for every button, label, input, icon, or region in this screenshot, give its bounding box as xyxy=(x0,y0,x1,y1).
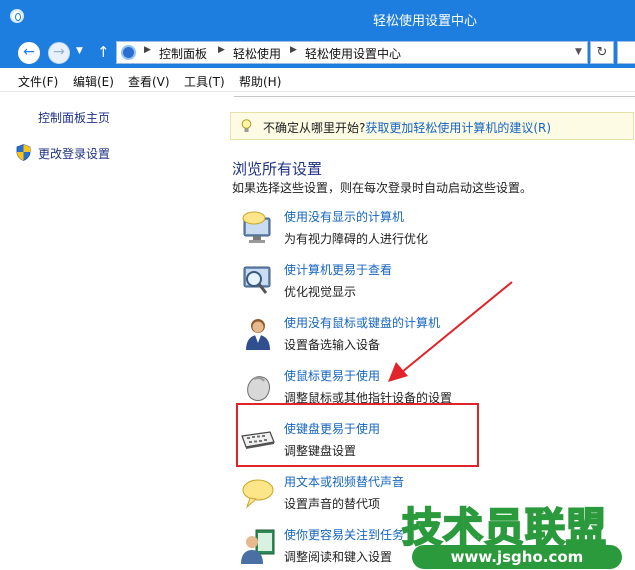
get-recommendations-link[interactable]: 获取更加轻松使用计算机的建议(R) xyxy=(365,121,551,135)
divider xyxy=(234,96,635,100)
watermark-url: www.jsgho.com xyxy=(450,548,584,566)
breadcrumb-ease-of-access[interactable]: 轻松使用 xyxy=(233,45,281,62)
mouse-icon xyxy=(247,376,270,401)
shield-icon xyxy=(16,144,31,161)
forward-button[interactable]: → xyxy=(48,42,70,64)
highlight-box xyxy=(236,403,479,467)
sidebar: 控制面板主页 更改登录设置 xyxy=(0,92,218,570)
section-title: 浏览所有设置 xyxy=(232,160,323,178)
up-arrow-icon[interactable]: ↑ xyxy=(97,43,110,61)
option-label[interactable]: 使你更容易关注到任务 xyxy=(284,526,404,543)
breadcrumb-ease-of-access-center[interactable]: 轻松使用设置中心 xyxy=(305,45,401,62)
tip-banner: 不确定从哪里开始?获取更加轻松使用计算机的建议(R) xyxy=(230,112,634,140)
section-description: 如果选择这些设置，则在每次登录时自动启动这些设置。 xyxy=(232,181,533,195)
control-panel-icon xyxy=(121,45,136,60)
refresh-button[interactable]: ↻ xyxy=(590,41,614,64)
menu-edit[interactable]: 编辑(E) xyxy=(73,73,114,90)
option-label[interactable]: 使计算机更易于查看 xyxy=(284,261,392,278)
option-label[interactable]: 使用没有显示的计算机 xyxy=(284,208,404,225)
magnifier-monitor-icon xyxy=(243,266,271,294)
speech-bubble-icon xyxy=(242,479,274,509)
breadcrumb-control-panel[interactable]: 控制面板 xyxy=(159,45,207,62)
sidebar-item-control-panel-home[interactable]: 控制面板主页 xyxy=(38,109,110,126)
breadcrumb-separator-icon[interactable]: ▶ xyxy=(290,45,297,55)
recent-locations-chevron-icon[interactable]: ▼ xyxy=(76,46,83,56)
person-window-icon xyxy=(241,529,275,564)
lightbulb-icon xyxy=(241,119,252,132)
menu-tools[interactable]: 工具(T) xyxy=(184,73,225,90)
tip-prefix: 不确定从哪里开始? xyxy=(263,121,366,135)
option-description: 调整阅读和键入设置 xyxy=(284,550,393,564)
tip-text: 不确定从哪里开始?获取更加轻松使用计算机的建议(R) xyxy=(263,119,551,136)
speech-monitor-icon xyxy=(242,211,271,243)
address-field[interactable]: ▶ 控制面板 ▶ 轻松使用 ▶ 轻松使用设置中心 ▼ xyxy=(116,41,588,64)
option-description: 优化视觉显示 xyxy=(284,285,357,299)
back-button[interactable]: ← xyxy=(18,42,40,64)
search-input[interactable] xyxy=(617,41,635,64)
watermark-logo: 技术员联盟 www.jsgho.com xyxy=(392,495,635,570)
option-no-display: 使用没有显示的计算机 为有视力障碍的人进行优化 xyxy=(238,208,628,254)
option-description: 设置声音的替代项 xyxy=(284,497,381,511)
menu-view[interactable]: 查看(V) xyxy=(128,73,170,90)
breadcrumb-separator-icon[interactable]: ▶ xyxy=(218,45,225,55)
window-title: 轻松使用设置中心 xyxy=(372,14,477,29)
breadcrumb-separator-icon[interactable]: ▶ xyxy=(144,45,151,55)
menu-bar: 文件(F) 编辑(E) 查看(V) 工具(T) 帮助(H) xyxy=(0,68,635,92)
menu-help[interactable]: 帮助(H) xyxy=(239,73,281,90)
option-description: 为有视力障碍的人进行优化 xyxy=(284,232,429,246)
navigation-bar: ← → ▼ ↑ ▶ 控制面板 ▶ 轻松使用 ▶ 轻松使用设置中心 ▼ ↻ xyxy=(0,36,635,68)
option-description: 设置备选输入设备 xyxy=(284,338,381,352)
red-arrow-icon xyxy=(388,281,513,382)
address-dropdown-chevron-icon[interactable]: ▼ xyxy=(575,47,582,57)
person-icon xyxy=(246,319,270,350)
option-label[interactable]: 使鼠标更易于使用 xyxy=(284,367,380,384)
watermark-url-badge: www.jsgho.com xyxy=(412,545,622,569)
menu-file[interactable]: 文件(F) xyxy=(18,73,58,90)
sidebar-item-change-sign-in-settings[interactable]: 更改登录设置 xyxy=(38,145,110,162)
option-label[interactable]: 用文本或视频替代声音 xyxy=(284,473,404,490)
title-bar: 轻松使用设置中心 xyxy=(0,0,635,36)
